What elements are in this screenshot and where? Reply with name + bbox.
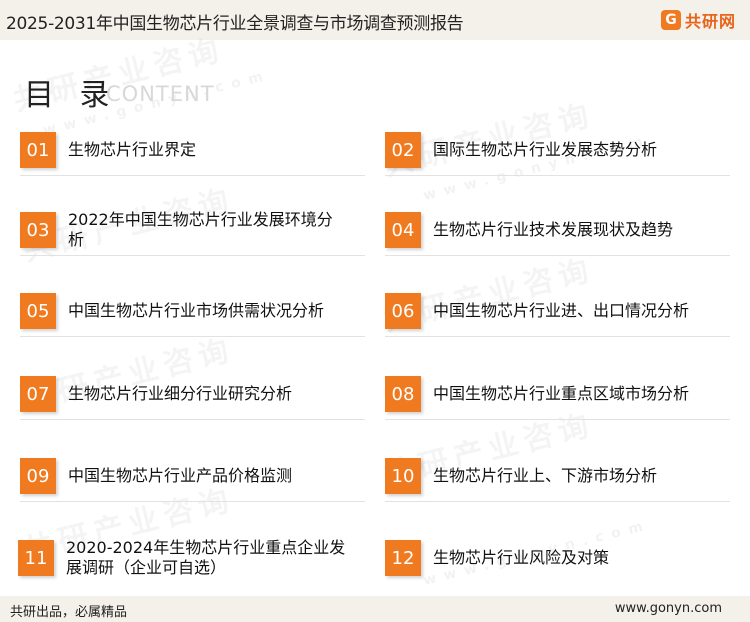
toc-label: 中国生物芯片行业市场供需状况分析	[68, 301, 325, 320]
toc-label: 国际生物芯片行业发展态势分析	[433, 140, 658, 159]
toc-number: 01	[20, 132, 56, 168]
divider	[20, 175, 365, 176]
toc-number: 11	[18, 540, 54, 576]
toc-label: 2020-2024年生物芯片行业重点企业发展调研（企业可自选）	[66, 538, 346, 577]
report-title: 2025-2031年中国生物芯片行业全景调查与市场调查预测报告	[6, 14, 464, 34]
divider	[20, 501, 365, 502]
divider	[385, 336, 730, 337]
logo-text: 共研网	[684, 12, 736, 31]
toc-number: 09	[20, 458, 56, 494]
toc-number: 12	[385, 540, 421, 576]
footer-url[interactable]: www.gonyn.com	[615, 601, 722, 616]
divider	[385, 419, 730, 420]
header-bar: 2025-2031年中国生物芯片行业全景调查与市场调查预测报告 G 共研网	[0, 0, 750, 40]
toc-label: 中国生物芯片行业重点区域市场分析	[433, 384, 690, 403]
toc-label: 生物芯片行业技术发展现状及趋势	[433, 220, 674, 239]
toc-item-08[interactable]: 08 中国生物芯片行业重点区域市场分析	[385, 376, 730, 426]
toc-number: 08	[385, 376, 421, 412]
toc-label: 生物芯片行业细分行业研究分析	[68, 384, 293, 403]
divider	[385, 255, 730, 256]
toc-label: 中国生物芯片行业产品价格监测	[68, 466, 293, 485]
toc-item-03[interactable]: 03 2022年中国生物芯片行业发展环境分析	[20, 210, 365, 262]
toc-number: 05	[20, 293, 56, 329]
toc-item-01[interactable]: 01 生物芯片行业界定	[20, 132, 365, 182]
toc-label: 2022年中国生物芯片行业发展环境分析	[68, 210, 333, 249]
toc-label: 中国生物芯片行业进、出口情况分析	[433, 301, 690, 320]
divider	[20, 336, 365, 337]
toc-number: 03	[20, 212, 56, 248]
divider	[385, 175, 730, 176]
toc-number: 10	[385, 458, 421, 494]
brand-logo: G 共研网	[660, 8, 736, 32]
toc-item-11[interactable]: 11 2020-2024年生物芯片行业重点企业发展调研（企业可自选）	[18, 538, 363, 590]
toc-label: 生物芯片行业界定	[68, 140, 197, 159]
divider	[385, 501, 730, 502]
toc-title: 目 录	[24, 78, 118, 113]
toc-item-04[interactable]: 04 生物芯片行业技术发展现状及趋势	[385, 212, 730, 262]
toc-item-07[interactable]: 07 生物芯片行业细分行业研究分析	[20, 376, 365, 426]
toc-title-en: CONTENT	[106, 82, 215, 106]
toc-number: 02	[385, 132, 421, 168]
toc-item-10[interactable]: 10 生物芯片行业上、下游市场分析	[385, 458, 730, 508]
toc-number: 06	[385, 293, 421, 329]
toc-item-06[interactable]: 06 中国生物芯片行业进、出口情况分析	[385, 293, 730, 343]
logo-icon: G	[660, 10, 681, 30]
toc-item-09[interactable]: 09 中国生物芯片行业产品价格监测	[20, 458, 365, 508]
toc-item-02[interactable]: 02 国际生物芯片行业发展态势分析	[385, 132, 730, 182]
divider	[20, 255, 365, 256]
toc-number: 04	[385, 212, 421, 248]
footer-bar: 共研出品，必属精品 www.gonyn.com	[0, 596, 750, 622]
toc-item-05[interactable]: 05 中国生物芯片行业市场供需状况分析	[20, 293, 365, 343]
toc-label: 生物芯片行业上、下游市场分析	[433, 466, 658, 485]
toc-number: 07	[20, 376, 56, 412]
toc-item-12[interactable]: 12 生物芯片行业风险及对策	[385, 540, 730, 590]
toc-heading: 目 录 CONTENT	[24, 70, 214, 114]
footer-slogan: 共研出品，必属精品	[10, 605, 128, 620]
divider	[20, 419, 365, 420]
toc-label: 生物芯片行业风险及对策	[433, 548, 610, 567]
